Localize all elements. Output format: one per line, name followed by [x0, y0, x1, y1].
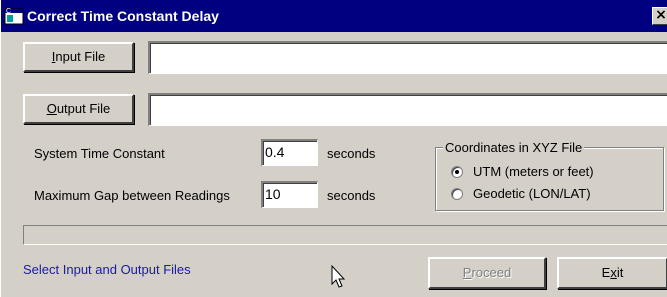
progress-bar	[23, 225, 667, 245]
close-button[interactable]: ×	[652, 7, 667, 25]
max-gap-value: 10	[265, 186, 281, 202]
svg-text:C: C	[6, 8, 11, 15]
radio-utm-button[interactable]	[451, 166, 463, 178]
input-file-button[interactable]: Input File	[23, 42, 134, 72]
time-constant-value: 0.4	[265, 144, 285, 160]
close-icon: ×	[655, 7, 667, 23]
title-bar[interactable]: C Correct Time Constant Delay ×	[1, 0, 667, 32]
coordinates-group-label: Coordinates in XYZ File	[443, 140, 585, 155]
mouse-pointer-icon	[331, 265, 346, 288]
radio-geodetic-label: Geodetic (LON/LAT)	[473, 186, 591, 201]
radio-utm-label: UTM (meters or feet)	[473, 164, 594, 179]
app-window-icon: C	[4, 8, 24, 25]
input-file-field[interactable]	[148, 41, 667, 74]
radio-utm[interactable]: UTM (meters or feet)	[451, 164, 651, 182]
status-message: Select Input and Output Files	[23, 262, 191, 277]
max-gap-input[interactable]: 10	[261, 181, 318, 208]
output-file-field[interactable]	[148, 93, 667, 126]
time-constant-unit: seconds	[327, 146, 376, 161]
exit-label: it	[616, 265, 624, 280]
input-file-label: nput File	[55, 49, 106, 64]
output-file-label: utput File	[56, 101, 111, 116]
exit-button[interactable]: Exit	[557, 257, 667, 289]
time-constant-input[interactable]: 0.4	[261, 139, 318, 166]
max-gap-unit: seconds	[327, 188, 376, 203]
max-gap-label: Maximum Gap between Readings	[34, 188, 230, 203]
radio-geodetic-button[interactable]	[451, 188, 463, 200]
output-file-button[interactable]: Output File	[23, 94, 134, 124]
proceed-button[interactable]: Proceed	[428, 257, 546, 289]
dialog-window: C Correct Time Constant Delay × Input Fi…	[0, 0, 667, 297]
time-constant-label: System Time Constant	[34, 146, 165, 161]
output-file-accel: O	[46, 101, 57, 116]
proceed-label: roceed	[471, 265, 512, 280]
radio-geodetic[interactable]: Geodetic (LON/LAT)	[451, 186, 651, 204]
window-title: Correct Time Constant Delay	[27, 8, 219, 24]
